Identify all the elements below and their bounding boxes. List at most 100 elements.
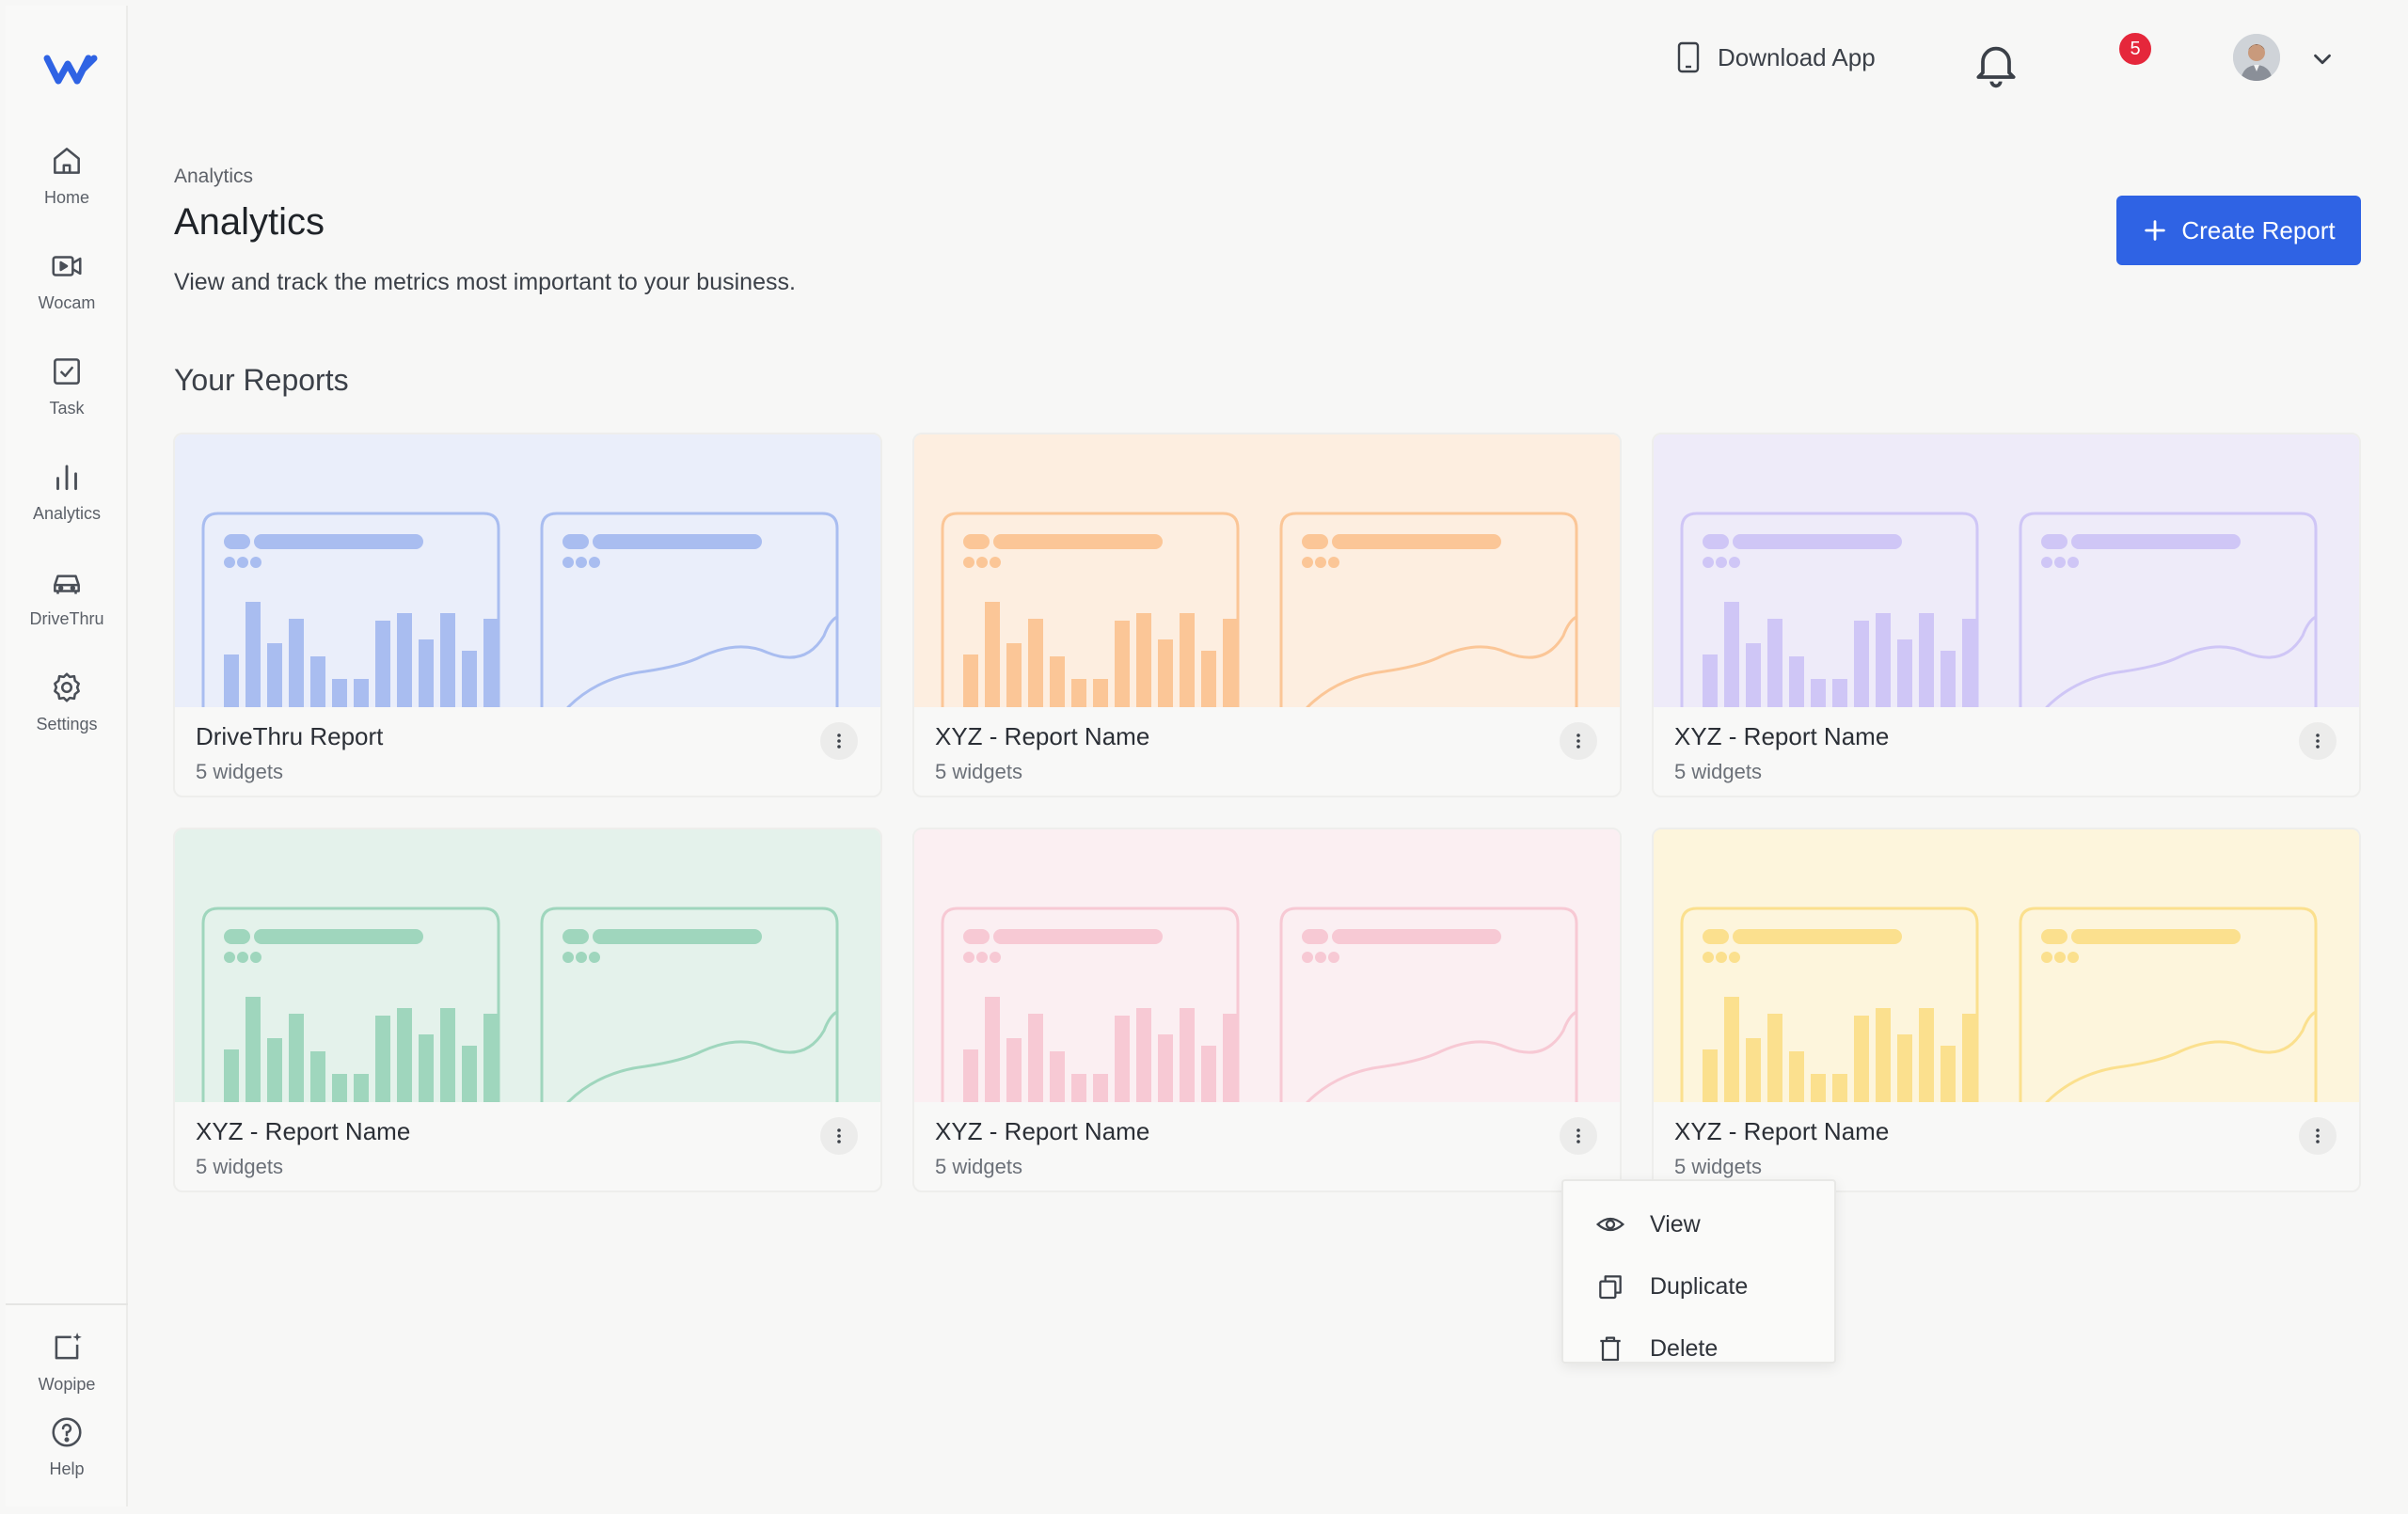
preview-pill: [1703, 929, 1729, 944]
preview-bar: [1897, 639, 1912, 707]
notification-badge: 5: [2116, 30, 2154, 68]
report-card[interactable]: DriveThru Report 5 widgets: [173, 433, 882, 797]
preview-bar: [1180, 613, 1195, 707]
report-name: DriveThru Report: [196, 722, 384, 750]
preview-dot: [1703, 952, 1714, 963]
breadcrumb[interactable]: Analytics: [174, 166, 253, 188]
user-avatar-image: [2233, 34, 2280, 81]
preview-dot: [963, 952, 974, 963]
sidebar-item-wocam[interactable]: Wocam: [6, 241, 128, 335]
preview-bar: [246, 602, 261, 707]
preview-bar: [332, 679, 347, 707]
preview-bar-title: [593, 534, 762, 549]
preview-line: [1306, 1010, 1578, 1102]
report-menu-button[interactable]: [2299, 1117, 2337, 1155]
preview-bar-title: [993, 534, 1163, 549]
menu-item-duplicate[interactable]: Duplicate: [1563, 1256, 1834, 1317]
report-card[interactable]: XYZ - Report Name 5 widgets: [1652, 828, 2361, 1192]
preview-bar-title: [1733, 534, 1902, 549]
report-preview: [1654, 434, 2359, 707]
preview-bar: [1158, 639, 1173, 707]
preview-graphic: [1680, 907, 2318, 1102]
preview-bar: [1180, 1008, 1195, 1102]
sidebar-item-label: Analytics: [32, 504, 102, 523]
app-logo[interactable]: [40, 45, 105, 92]
preview-dot: [1302, 557, 1313, 568]
preview-dot: [589, 557, 600, 568]
preview-bar: [1115, 1016, 1130, 1102]
help-icon: [52, 1417, 82, 1447]
plus-icon: [2145, 220, 2166, 241]
sidebar-item-task[interactable]: Task: [6, 346, 128, 440]
avatar[interactable]: [2233, 34, 2280, 81]
menu-item-view[interactable]: View: [1563, 1194, 1834, 1254]
sidebar-item-drivethru[interactable]: DriveThru: [6, 557, 128, 651]
phone-icon: [1677, 41, 1700, 73]
bar-chart-icon: [56, 465, 77, 491]
preview-bar: [419, 639, 434, 707]
report-menu-button[interactable]: [820, 722, 858, 760]
preview-bar: [224, 654, 239, 707]
preview-bar: [1223, 619, 1238, 707]
preview-bar: [1832, 679, 1847, 707]
preview-bar: [289, 1014, 304, 1102]
report-menu-button[interactable]: [1560, 722, 1597, 760]
preview-bar: [1028, 1014, 1043, 1102]
sidebar-item-label: Settings: [36, 715, 98, 733]
sidebar-item-home[interactable]: Home: [6, 135, 128, 229]
preview-dot: [1328, 557, 1339, 568]
report-card[interactable]: XYZ - Report Name 5 widgets: [173, 828, 882, 1192]
preview-dot: [224, 952, 235, 963]
more-vertical-icon: [1576, 733, 1580, 749]
chevron-down-icon[interactable]: [2308, 45, 2337, 73]
preview-bar: [1223, 1014, 1238, 1102]
report-menu-button[interactable]: [820, 1117, 858, 1155]
more-vertical-icon: [2316, 733, 2320, 749]
preview-dot: [562, 952, 574, 963]
report-widget-count: 5 widgets: [196, 760, 283, 783]
report-widget-count: 5 widgets: [1674, 760, 1762, 783]
sidebar-item-settings[interactable]: Settings: [6, 662, 128, 756]
sidebar-item-help[interactable]: Help: [6, 1407, 128, 1501]
preview-dot: [224, 557, 235, 568]
report-menu-button[interactable]: [1560, 1117, 1597, 1155]
preview-bar: [1050, 656, 1065, 707]
preview-bar: [1919, 613, 1934, 707]
menu-item-delete[interactable]: Delete: [1563, 1318, 1834, 1379]
preview-bar: [1006, 643, 1022, 707]
preview-dot: [1328, 952, 1339, 963]
preview-bar: [375, 1016, 390, 1102]
preview-bar: [1811, 679, 1826, 707]
bell-icon[interactable]: [1970, 38, 2022, 90]
preview-bar: [1071, 679, 1086, 707]
preview-bar: [483, 1014, 499, 1102]
preview-line: [2045, 1010, 2318, 1102]
checkbox-icon: [54, 358, 80, 385]
preview-bar: [1703, 1049, 1718, 1102]
preview-bar: [1854, 621, 1869, 707]
download-app-button[interactable]: Download App: [1676, 34, 1876, 81]
report-card[interactable]: XYZ - Report Name 5 widgets: [1652, 433, 2361, 797]
preview-bar: [267, 643, 282, 707]
sidebar-item-analytics[interactable]: Analytics: [6, 451, 128, 545]
report-card[interactable]: XYZ - Report Name 5 widgets: [912, 828, 1622, 1192]
preview-bar: [310, 1051, 325, 1102]
create-report-button[interactable]: Create Report: [2116, 196, 2361, 265]
preview-graphic: [941, 907, 1578, 1102]
preview-bar: [1767, 619, 1782, 707]
sidebar-item-wopipe[interactable]: Wopipe: [6, 1322, 128, 1416]
preview-bar: [1201, 1046, 1216, 1102]
report-menu-button[interactable]: [2299, 722, 2337, 760]
report-card[interactable]: XYZ - Report Name 5 widgets: [912, 433, 1622, 797]
preview-bar: [462, 1046, 477, 1102]
preview-pill: [562, 534, 589, 549]
preview-bar: [1941, 651, 1956, 707]
preview-bar: [419, 1034, 434, 1102]
car-icon: [54, 575, 80, 594]
preview-bar: [1724, 997, 1739, 1102]
preview-dot: [1703, 557, 1714, 568]
preview-pill: [2041, 929, 2067, 944]
menu-item-label: Duplicate: [1650, 1272, 1749, 1300]
preview-bar: [1746, 1038, 1761, 1102]
preview-bar: [1876, 1008, 1891, 1102]
